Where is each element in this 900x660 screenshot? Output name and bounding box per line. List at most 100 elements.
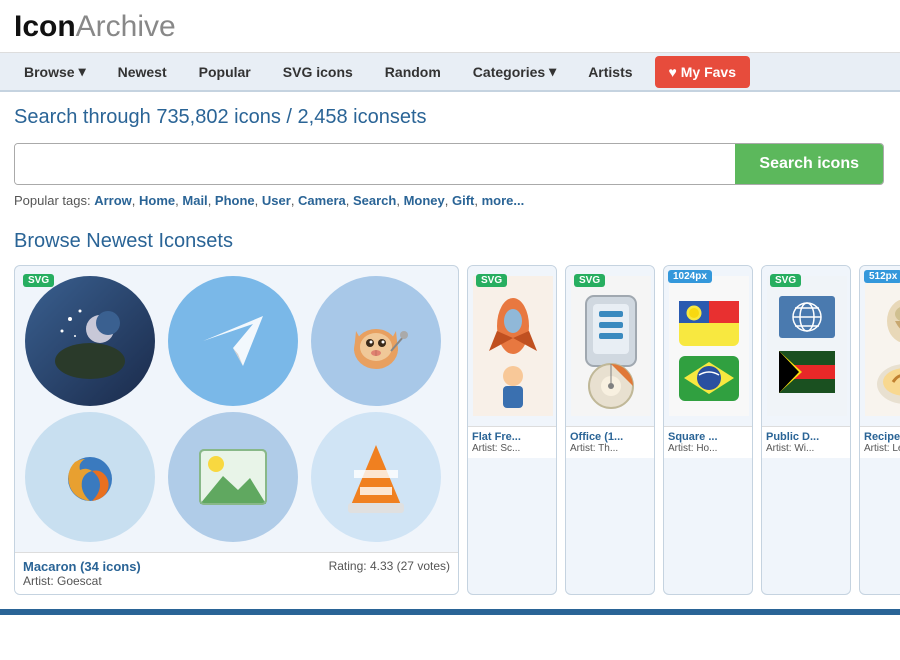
- iconset-row: SVG: [14, 265, 886, 595]
- icon-traffic-cone: [311, 412, 441, 542]
- small-card-2[interactable]: 1024px: [663, 265, 753, 595]
- small-card-0-title[interactable]: Flat Fre...: [472, 431, 552, 443]
- search-tagline: Search through 735,802 icons / 2,458 ico…: [14, 106, 886, 129]
- square-svg: [669, 276, 749, 416]
- night-svg: [50, 301, 130, 381]
- icon-image: [168, 412, 298, 542]
- nav-artists-label: Artists: [588, 64, 632, 80]
- small-card-1-inner: SVG: [566, 266, 654, 426]
- small-card-2-footer: Square ... Artist: Ho...: [664, 426, 752, 458]
- px-badge-2: 1024px: [668, 270, 712, 283]
- categories-arrow-icon: ▾: [549, 63, 556, 80]
- icon-paper-plane: [168, 276, 298, 406]
- nav-categories[interactable]: Categories ▾: [457, 53, 572, 90]
- nav-random[interactable]: Random: [369, 54, 457, 90]
- popular-tags: Popular tags: Arrow, Home, Mail, Phone, …: [14, 193, 886, 218]
- browse-title: Browse Newest Iconsets: [14, 230, 886, 253]
- small-card-0-img: [468, 266, 557, 426]
- tag-home[interactable]: Home: [139, 193, 175, 208]
- search-button[interactable]: Search icons: [735, 144, 883, 184]
- small-card-3[interactable]: SVG: [761, 265, 851, 595]
- small-card-0-footer: Flat Fre... Artist: Sc...: [468, 426, 556, 458]
- paper-plane-svg: [198, 306, 268, 376]
- tag-search[interactable]: Search: [353, 193, 396, 208]
- office-svg: [571, 276, 651, 416]
- small-card-4-title[interactable]: Recipes...: [864, 431, 900, 443]
- small-card-2-artist: Artist: Ho...: [668, 443, 748, 454]
- site-logo[interactable]: IconArchive: [14, 10, 886, 44]
- small-card-1-img: [566, 266, 655, 426]
- main-card-footer: Rating: 4.33 (27 votes) Macaron (34 icon…: [15, 552, 458, 594]
- recipes-svg: [865, 276, 900, 416]
- small-card-4-footer: Recipes... Artist: Le...: [860, 426, 900, 458]
- svg-badge-main: SVG: [23, 274, 54, 287]
- tag-gift[interactable]: Gift: [452, 193, 474, 208]
- small-card-2-title[interactable]: Square ...: [668, 431, 748, 443]
- main-nav: Browse ▾ Newest Popular SVG icons Random…: [0, 53, 900, 92]
- nav-browse[interactable]: Browse ▾: [8, 53, 102, 90]
- firefox-svg: [50, 437, 130, 517]
- small-card-2-img: [664, 266, 753, 426]
- small-card-0[interactable]: SVG Flat Fre...: [467, 265, 557, 595]
- bottom-bar: [0, 609, 900, 615]
- logo-archive-part: Archive: [76, 10, 176, 43]
- nav-random-label: Random: [385, 64, 441, 80]
- logo-icon-part: Icon: [14, 10, 76, 43]
- small-card-0-artist: Artist: Sc...: [472, 443, 552, 454]
- small-card-3-title[interactable]: Public D...: [766, 431, 846, 443]
- small-card-0-inner: SVG: [468, 266, 556, 426]
- tag-phone[interactable]: Phone: [215, 193, 255, 208]
- main-card-inner: SVG: [15, 266, 458, 552]
- tag-mail[interactable]: Mail: [182, 193, 207, 208]
- small-card-4-img: [860, 266, 900, 426]
- nav-newest-label: Newest: [118, 64, 167, 80]
- small-card-4-artist: Artist: Le...: [864, 443, 900, 454]
- small-card-3-inner: SVG: [762, 266, 850, 426]
- small-card-1-artist: Artist: Th...: [570, 443, 650, 454]
- nav-svg-icons[interactable]: SVG icons: [267, 54, 369, 90]
- main-icons-grid: [15, 266, 458, 552]
- nav-browse-label: Browse: [24, 64, 75, 80]
- small-card-1[interactable]: SVG: [565, 265, 655, 595]
- cone-svg: [346, 440, 406, 515]
- tag-user[interactable]: User: [262, 193, 291, 208]
- nav-favs-label: ♥ My Favs: [669, 64, 736, 80]
- main-card-rating: Rating: 4.33 (27 votes): [329, 559, 450, 573]
- search-input[interactable]: [15, 144, 735, 184]
- search-area: Search through 735,802 icons / 2,458 ico…: [0, 92, 900, 218]
- small-card-4[interactable]: 512px Re: [859, 265, 900, 595]
- browse-section: Browse Newest Iconsets SVG: [0, 218, 900, 595]
- nav-svg-icons-label: SVG icons: [283, 64, 353, 80]
- icon-fox: [311, 276, 441, 406]
- small-card-3-artist: Artist: Wi...: [766, 443, 846, 454]
- px-badge-4: 512px: [864, 270, 900, 283]
- small-card-3-img: [762, 266, 851, 426]
- tag-arrow[interactable]: Arrow: [94, 193, 132, 208]
- small-card-1-footer: Office (1... Artist: Th...: [566, 426, 654, 458]
- search-bar: Search icons: [14, 143, 884, 185]
- small-card-2-inner: 1024px: [664, 266, 752, 426]
- small-card-3-footer: Public D... Artist: Wi...: [762, 426, 850, 458]
- public-svg: [767, 276, 847, 416]
- image-svg: [198, 448, 268, 506]
- popular-tags-prefix: Popular tags:: [14, 193, 91, 208]
- tag-camera[interactable]: Camera: [298, 193, 346, 208]
- site-header: IconArchive: [0, 0, 900, 53]
- tag-money[interactable]: Money: [404, 193, 445, 208]
- browse-arrow-icon: ▾: [79, 63, 86, 80]
- nav-newest[interactable]: Newest: [102, 54, 183, 90]
- nav-popular[interactable]: Popular: [183, 54, 267, 90]
- nav-artists[interactable]: Artists: [572, 54, 648, 90]
- nav-popular-label: Popular: [199, 64, 251, 80]
- icon-firefox: [25, 412, 155, 542]
- tag-more[interactable]: more...: [482, 193, 525, 208]
- main-card-artist: Artist: Goescat: [23, 574, 450, 588]
- icon-night: [25, 276, 155, 406]
- flat-fre-svg: [473, 276, 553, 416]
- fox-svg: [336, 301, 416, 381]
- nav-favs[interactable]: ♥ My Favs: [655, 56, 750, 88]
- small-card-4-inner: 512px: [860, 266, 900, 426]
- main-iconset-card[interactable]: SVG: [14, 265, 459, 595]
- nav-categories-label: Categories: [473, 64, 545, 80]
- small-card-1-title[interactable]: Office (1...: [570, 431, 650, 443]
